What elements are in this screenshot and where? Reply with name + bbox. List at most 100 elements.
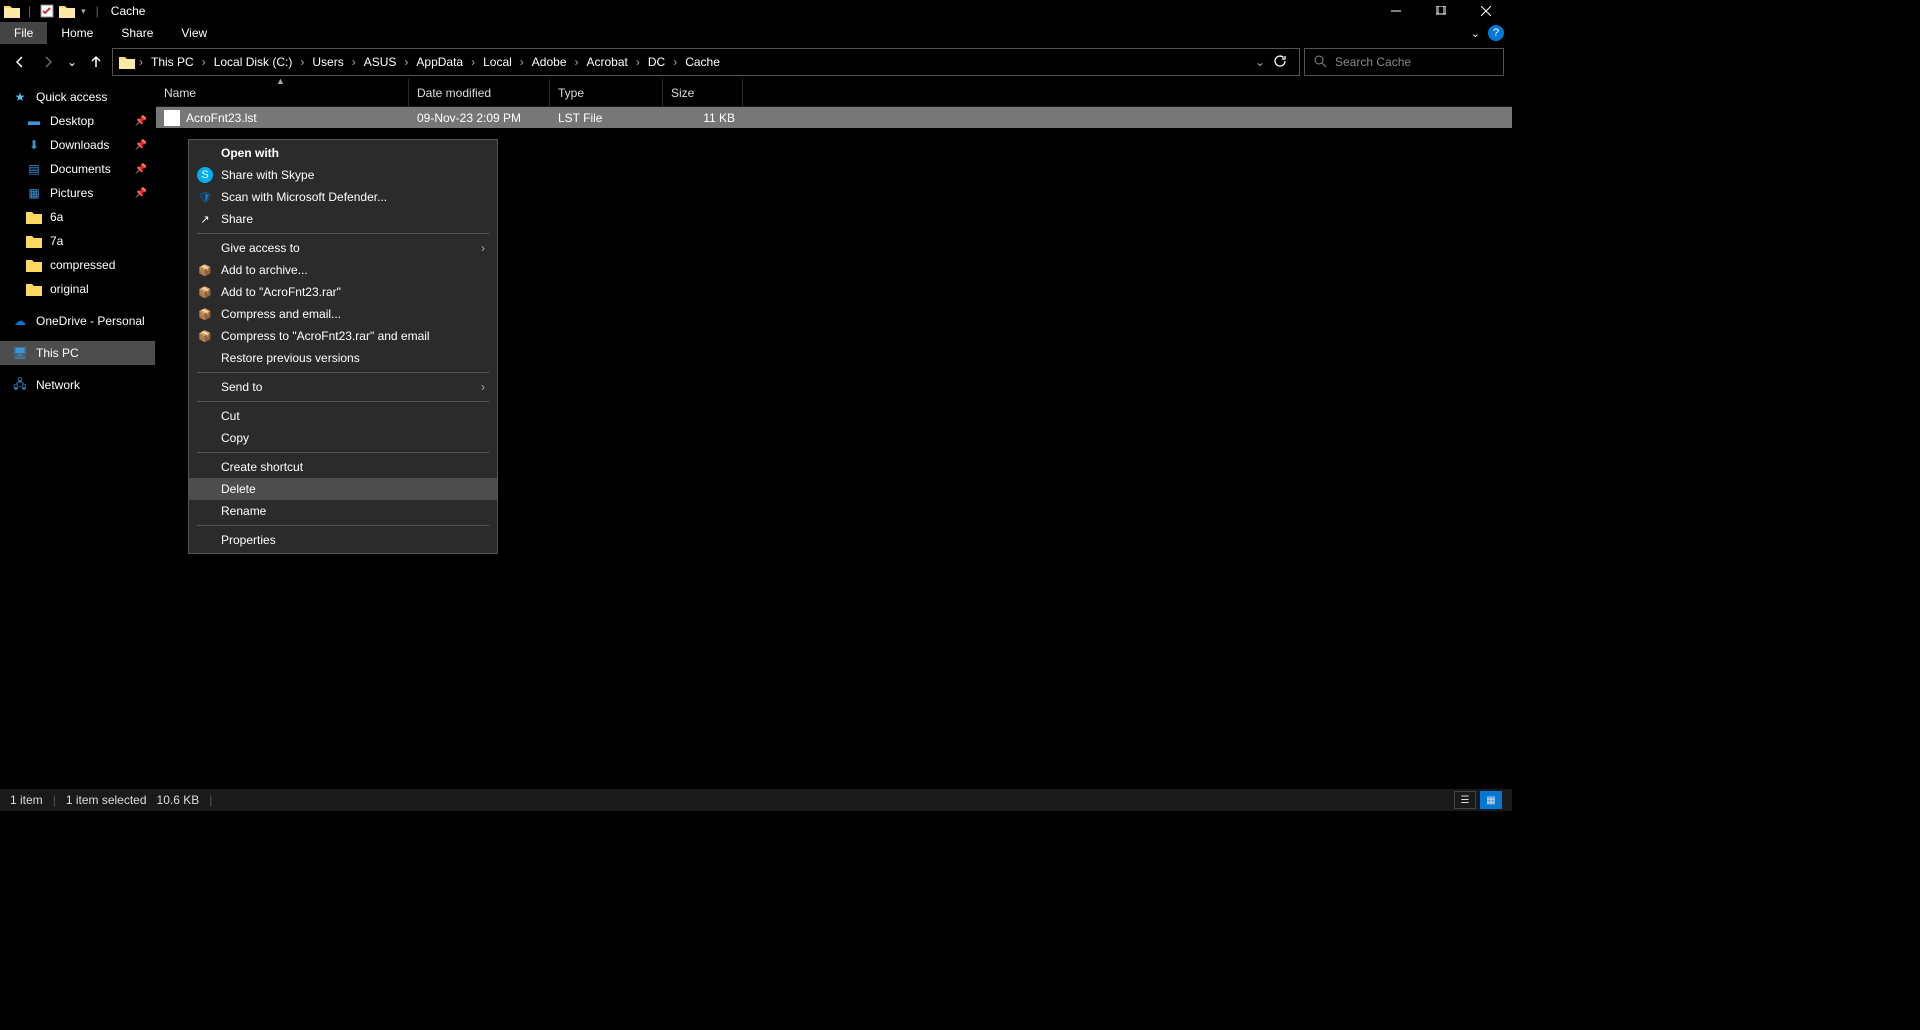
status-bar: 1 item | 1 item selected 10.6 KB | ☰ ▦ [0,789,1512,811]
refresh-button[interactable] [1273,54,1287,71]
menu-open-with[interactable]: Open with [189,142,497,164]
chevron-right-icon[interactable]: › [518,55,526,69]
menu-label: Share [221,212,253,226]
menu-share[interactable]: ↗ Share [189,208,497,230]
view-details-button[interactable]: ☰ [1454,791,1476,809]
menu-rename[interactable]: Rename [189,500,497,522]
sidebar-item-original[interactable]: original [0,277,155,301]
chevron-right-icon[interactable]: › [298,55,306,69]
close-button[interactable] [1463,0,1508,22]
sidebar-item-downloads[interactable]: ⬇ Downloads 📌 [0,133,155,157]
file-row[interactable]: AcroFnt23.lst 09-Nov-23 2:09 PM LST File… [156,107,1512,128]
menu-add-rar[interactable]: 📦 Add to "AcroFnt23.rar" [189,281,497,303]
column-type[interactable]: Type [550,79,663,106]
ribbon-tab-file[interactable]: File [0,22,47,44]
share-icon: ↗ [197,211,213,227]
menu-create-shortcut[interactable]: Create shortcut [189,456,497,478]
search-icon [1313,54,1327,71]
menu-send-to[interactable]: Send to › [189,376,497,398]
cloud-icon: ☁ [12,313,28,329]
menu-restore-versions[interactable]: Restore previous versions [189,347,497,369]
maximize-button[interactable] [1418,0,1463,22]
ribbon-tab-share[interactable]: Share [107,22,167,44]
chevron-right-icon[interactable]: › [671,55,679,69]
breadcrumb-segment[interactable]: Local [477,55,518,69]
chevron-right-icon[interactable]: › [634,55,642,69]
menu-give-access[interactable]: Give access to › [189,237,497,259]
menu-scan-defender[interactable]: 🛡 Scan with Microsoft Defender... [189,186,497,208]
breadcrumb-segment[interactable]: Users [306,55,349,69]
file-type: LST File [550,111,663,125]
chevron-right-icon[interactable]: › [573,55,581,69]
breadcrumb-segment[interactable]: Cache [679,55,726,69]
menu-compress-rar-email[interactable]: 📦 Compress to "AcroFnt23.rar" and email [189,325,497,347]
column-size[interactable]: Size [663,79,743,106]
breadcrumb-segment[interactable]: DC [642,55,671,69]
address-dropdown-icon[interactable]: ⌄ [1255,55,1265,69]
qat-dropdown-icon[interactable]: ▾ [79,6,88,17]
menu-add-archive[interactable]: 📦 Add to archive... [189,259,497,281]
breadcrumb-segment[interactable]: This PC [145,55,200,69]
qat-folder-icon[interactable] [59,3,75,19]
documents-icon: ▤ [26,161,42,177]
menu-delete[interactable]: Delete [189,478,497,500]
menu-properties[interactable]: Properties [189,529,497,551]
minimize-button[interactable] [1373,0,1418,22]
menu-label: Compress and email... [221,307,341,321]
file-size: 11 KB [663,111,743,125]
file-name: AcroFnt23.lst [186,111,257,125]
sidebar-item-quick-access[interactable]: ★ Quick access [0,85,155,109]
menu-label: Give access to [221,241,300,255]
search-input[interactable]: Search Cache [1304,48,1504,76]
sidebar-item-network[interactable]: 🖧 Network [0,373,155,397]
menu-cut[interactable]: Cut [189,405,497,427]
ribbon-expand-icon[interactable]: ⌄ [1471,27,1480,40]
address-bar[interactable]: › This PC›Local Disk (C:)›Users›ASUS›App… [112,48,1300,76]
status-item-count: 1 item [10,793,43,807]
menu-label: Add to "AcroFnt23.rar" [221,285,341,299]
breadcrumb-segment[interactable]: Acrobat [581,55,634,69]
view-thumbnails-button[interactable]: ▦ [1480,791,1502,809]
context-menu: Open with S Share with Skype 🛡 Scan with… [188,139,498,554]
ribbon-tab-home[interactable]: Home [47,22,107,44]
sidebar-item-7a[interactable]: 7a [0,229,155,253]
ribbon-tab-view[interactable]: View [167,22,221,44]
sidebar-label: Downloads [50,138,109,152]
sidebar-label: 6a [50,210,63,224]
chevron-right-icon[interactable]: › [137,55,145,69]
menu-separator [197,372,489,373]
help-button[interactable]: ? [1488,25,1504,41]
column-date[interactable]: Date modified [409,79,550,106]
status-separator: | [53,793,56,807]
column-name[interactable]: Name ▲ [156,79,409,106]
menu-copy[interactable]: Copy [189,427,497,449]
breadcrumb-segment[interactable]: ASUS [358,55,403,69]
menu-share-skype[interactable]: S Share with Skype [189,164,497,186]
menu-compress-email[interactable]: 📦 Compress and email... [189,303,497,325]
breadcrumb-segment[interactable]: Adobe [526,55,573,69]
sidebar-item-pictures[interactable]: ▦ Pictures 📌 [0,181,155,205]
chevron-right-icon[interactable]: › [200,55,208,69]
sidebar-item-documents[interactable]: ▤ Documents 📌 [0,157,155,181]
folder-icon [26,233,42,249]
chevron-right-icon: › [481,380,485,394]
folder-icon [26,281,42,297]
breadcrumb-segment[interactable]: AppData [410,55,469,69]
column-label: Name [164,86,196,100]
breadcrumb-segment[interactable]: Local Disk (C:) [208,55,299,69]
qat-properties-icon[interactable] [39,3,55,19]
sidebar-item-compressed[interactable]: compressed [0,253,155,277]
nav-back-button[interactable] [8,50,32,74]
sidebar-item-this-pc[interactable]: 🖥 This PC [0,341,155,365]
chevron-right-icon: › [481,241,485,255]
nav-up-button[interactable] [84,50,108,74]
nav-forward-button[interactable] [36,50,60,74]
pc-icon: 🖥 [12,345,28,361]
nav-recent-dropdown[interactable]: ⌄ [64,55,80,69]
sidebar-item-desktop[interactable]: ▬ Desktop 📌 [0,109,155,133]
chevron-right-icon[interactable]: › [350,55,358,69]
chevron-right-icon[interactable]: › [402,55,410,69]
sidebar-item-onedrive[interactable]: ☁ OneDrive - Personal [0,309,155,333]
sidebar-item-6a[interactable]: 6a [0,205,155,229]
chevron-right-icon[interactable]: › [469,55,477,69]
